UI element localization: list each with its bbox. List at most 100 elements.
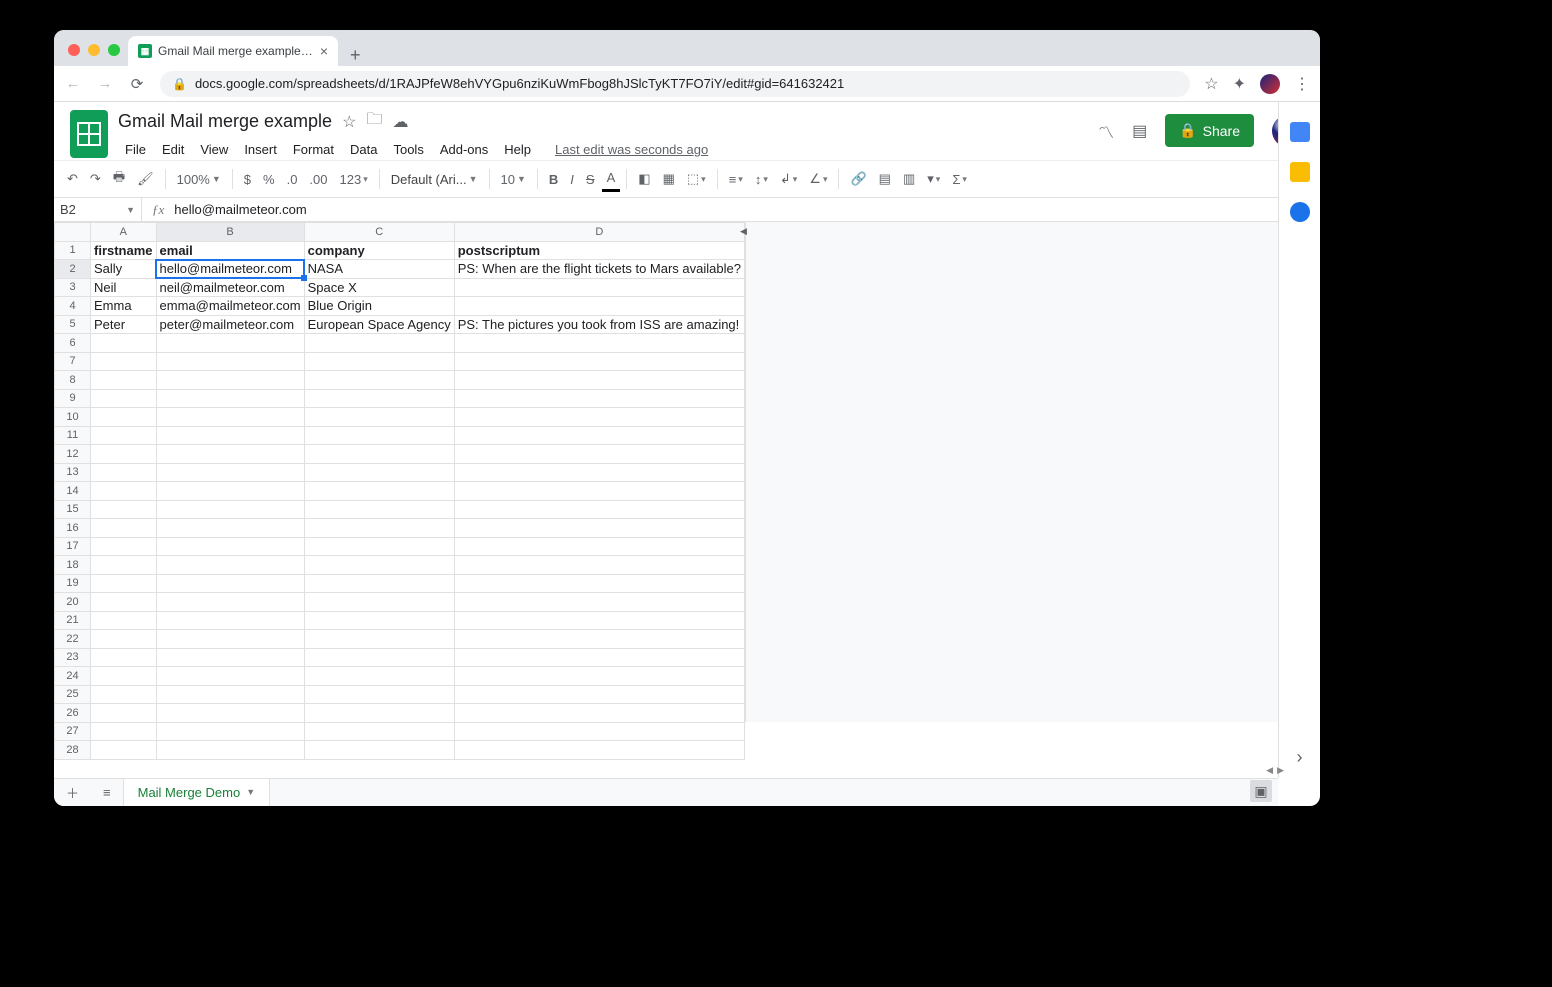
cell-C26[interactable]	[304, 704, 454, 723]
menu-edit[interactable]: Edit	[155, 139, 191, 160]
menu-format[interactable]: Format	[286, 139, 341, 160]
cell-D4[interactable]	[454, 297, 744, 316]
cell-D18[interactable]	[454, 556, 744, 575]
cell-C15[interactable]	[304, 500, 454, 519]
cell-D7[interactable]	[454, 352, 744, 371]
document-title[interactable]: Gmail Mail merge example	[118, 111, 332, 132]
keep-addon-icon[interactable]	[1290, 162, 1310, 182]
cell-C10[interactable]	[304, 408, 454, 427]
close-window[interactable]	[68, 44, 80, 56]
merge-cells-button[interactable]: ⬚▾	[682, 167, 711, 191]
row-header-2[interactable]: 2	[55, 260, 91, 279]
row-header-25[interactable]: 25	[55, 685, 91, 704]
cell-C14[interactable]	[304, 482, 454, 501]
cell-D17[interactable]	[454, 537, 744, 556]
row-header-28[interactable]: 28	[55, 741, 91, 760]
link-button[interactable]: 🔗	[845, 167, 871, 191]
row-header-21[interactable]: 21	[55, 611, 91, 630]
cell-D26[interactable]	[454, 704, 744, 723]
cell-B27[interactable]	[156, 722, 304, 741]
cell-A14[interactable]	[91, 482, 157, 501]
col-header-C[interactable]: C	[304, 223, 454, 242]
cell-A5[interactable]: Peter	[91, 315, 157, 334]
cell-D6[interactable]	[454, 334, 744, 353]
cell-C3[interactable]: Space X	[304, 278, 454, 297]
cell-D22[interactable]	[454, 630, 744, 649]
row-header-7[interactable]: 7	[55, 352, 91, 371]
row-header-24[interactable]: 24	[55, 667, 91, 686]
cell-A1[interactable]: firstname	[91, 241, 157, 260]
row-header-13[interactable]: 13	[55, 463, 91, 482]
row-header-16[interactable]: 16	[55, 519, 91, 538]
row-header-17[interactable]: 17	[55, 537, 91, 556]
cell-C12[interactable]	[304, 445, 454, 464]
cell-B20[interactable]	[156, 593, 304, 612]
cell-B12[interactable]	[156, 445, 304, 464]
cell-A11[interactable]	[91, 426, 157, 445]
cell-B16[interactable]	[156, 519, 304, 538]
row-header-22[interactable]: 22	[55, 630, 91, 649]
currency-button[interactable]: $	[239, 168, 256, 191]
cell-B11[interactable]	[156, 426, 304, 445]
column-d-expand-icon[interactable]: ◀	[740, 226, 747, 237]
col-header-B[interactable]: B	[156, 223, 304, 242]
print-button[interactable]: 🖶	[108, 164, 130, 194]
cell-C11[interactable]	[304, 426, 454, 445]
decrease-decimal-button[interactable]: .0	[282, 168, 303, 191]
cell-A6[interactable]	[91, 334, 157, 353]
cell-B9[interactable]	[156, 389, 304, 408]
h-scroll-buttons[interactable]: ◀▶	[1266, 765, 1284, 776]
cell-C1[interactable]: company	[304, 241, 454, 260]
last-edit-link[interactable]: Last edit was seconds ago	[548, 139, 715, 160]
cell-C5[interactable]: European Space Agency	[304, 315, 454, 334]
cell-A15[interactable]	[91, 500, 157, 519]
row-header-8[interactable]: 8	[55, 371, 91, 390]
row-header-9[interactable]: 9	[55, 389, 91, 408]
font-size-select[interactable]: 10▼	[496, 168, 531, 191]
minimize-window[interactable]	[88, 44, 100, 56]
name-box[interactable]: B2▼	[54, 198, 142, 221]
v-align-button[interactable]: ↕▾	[750, 168, 773, 191]
col-header-D[interactable]: D	[454, 223, 744, 242]
cell-B28[interactable]	[156, 741, 304, 760]
cell-D14[interactable]	[454, 482, 744, 501]
cell-A27[interactable]	[91, 722, 157, 741]
row-header-10[interactable]: 10	[55, 408, 91, 427]
strike-button[interactable]: S	[581, 168, 600, 191]
select-all-corner[interactable]	[55, 223, 91, 242]
explore-button[interactable]: ▣	[1250, 780, 1272, 802]
cell-D13[interactable]	[454, 463, 744, 482]
row-header-20[interactable]: 20	[55, 593, 91, 612]
forward-button[interactable]: →	[96, 75, 114, 92]
star-icon[interactable]: ☆	[342, 112, 356, 132]
comment-button[interactable]: ▤	[874, 167, 896, 191]
cell-C21[interactable]	[304, 611, 454, 630]
cell-C2[interactable]: NASA	[304, 260, 454, 279]
add-sheet-button[interactable]: ＋	[54, 783, 91, 802]
cell-B7[interactable]	[156, 352, 304, 371]
maximize-window[interactable]	[108, 44, 120, 56]
functions-button[interactable]: Σ▾	[947, 168, 972, 191]
cell-A2[interactable]: Sally	[91, 260, 157, 279]
extensions-icon[interactable]: ✦	[1233, 74, 1246, 94]
new-tab-button[interactable]: +	[338, 45, 373, 66]
cell-A7[interactable]	[91, 352, 157, 371]
cell-A12[interactable]	[91, 445, 157, 464]
cell-B14[interactable]	[156, 482, 304, 501]
borders-button[interactable]: ▦	[658, 167, 680, 191]
cell-C24[interactable]	[304, 667, 454, 686]
cell-B10[interactable]	[156, 408, 304, 427]
back-button[interactable]: ←	[64, 75, 82, 92]
comments-icon[interactable]: ▤	[1132, 121, 1147, 141]
row-header-12[interactable]: 12	[55, 445, 91, 464]
sheet-tab[interactable]: Mail Merge Demo▼	[123, 778, 271, 806]
cloud-status-icon[interactable]: ☁	[392, 112, 408, 132]
col-header-A[interactable]: A	[91, 223, 157, 242]
cell-C4[interactable]: Blue Origin	[304, 297, 454, 316]
cell-A28[interactable]	[91, 741, 157, 760]
hide-side-panel-icon[interactable]: ›	[1297, 747, 1303, 768]
cell-B26[interactable]	[156, 704, 304, 723]
cell-B24[interactable]	[156, 667, 304, 686]
cell-D9[interactable]	[454, 389, 744, 408]
url-bar[interactable]: 🔒 docs.google.com/spreadsheets/d/1RAJPfe…	[160, 71, 1190, 97]
